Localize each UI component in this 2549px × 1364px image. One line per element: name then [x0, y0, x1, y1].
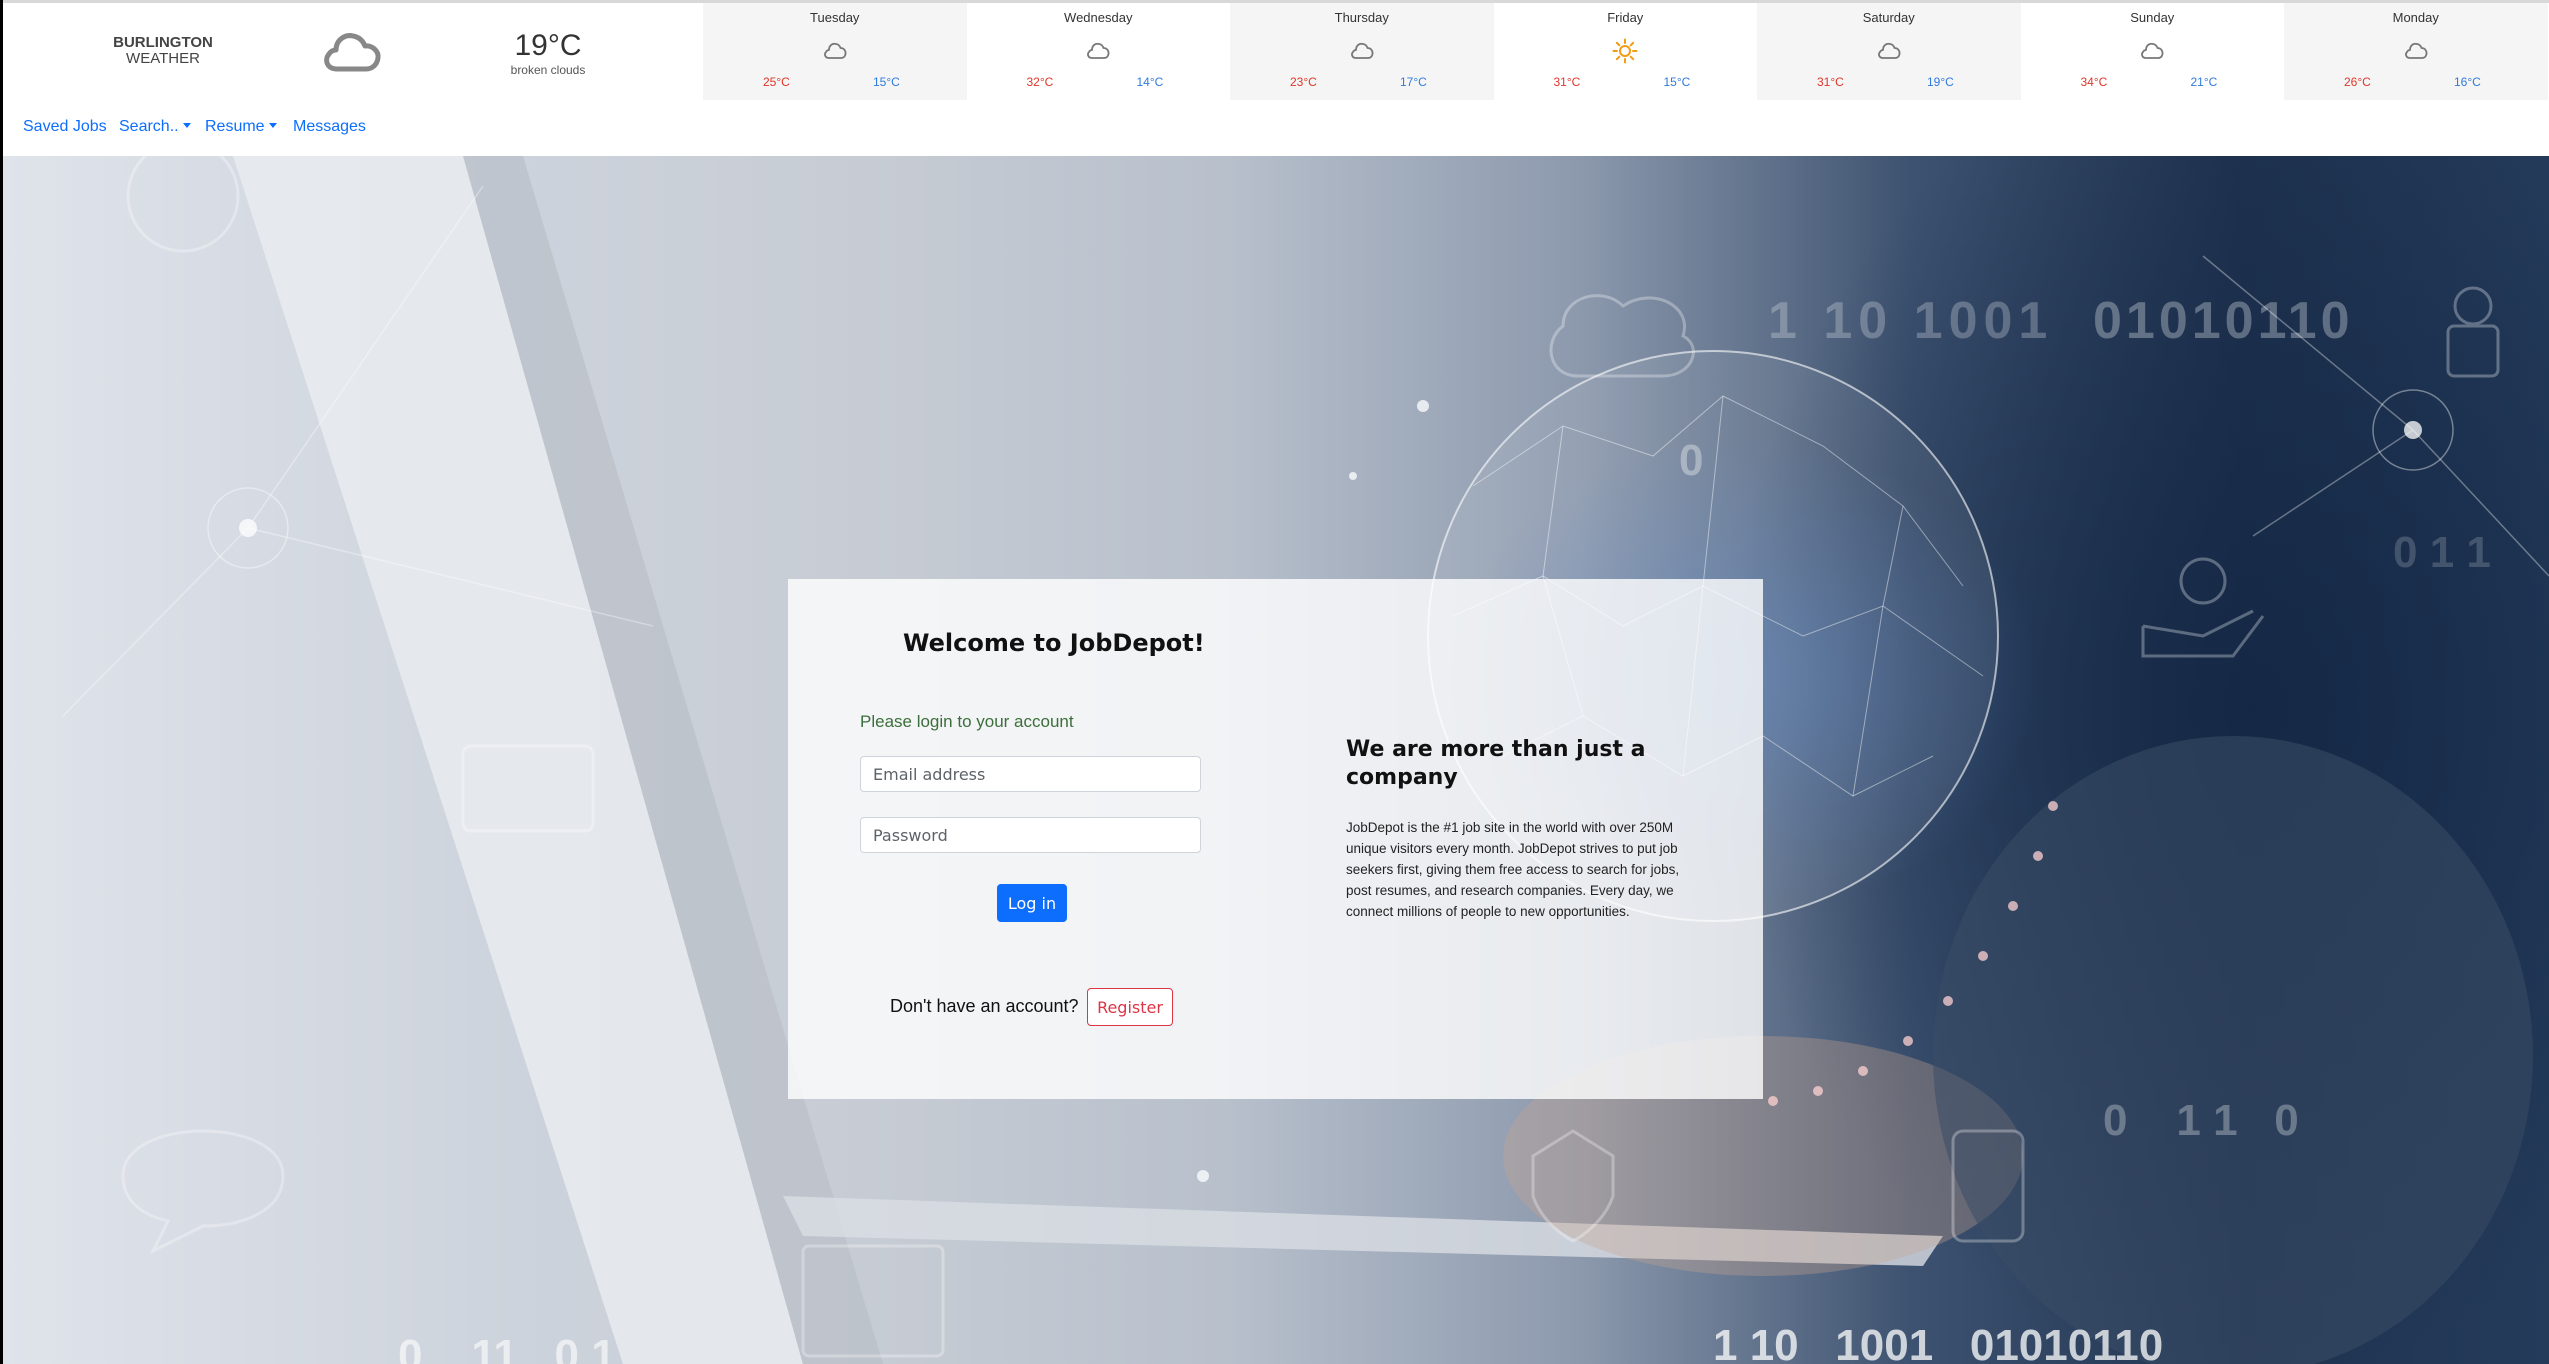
forecast-day: Thursday 23°C 17°C [1230, 3, 1494, 100]
forecast-day-name: Saturday [1862, 10, 1915, 25]
weather-label: WEATHER [126, 50, 200, 67]
forecast-low-temp: 16°C [2454, 75, 2481, 89]
forecast-low-temp: 15°C [873, 75, 900, 89]
forecast-strip: Tuesday 25°C 15°C Wednesday 32°C 14°C Thursday… [703, 3, 2548, 100]
forecast-high-temp: 32°C [1026, 75, 1054, 89]
forecast-high-temp: 31°C [1553, 75, 1581, 89]
forecast-low-temp: 17°C [1400, 75, 1427, 89]
binary-text-bottom: 1 10 1001 01010110 [1713, 1321, 2164, 1364]
weather-location: BURLINGTON WEATHER [58, 35, 268, 67]
forecast-day: Monday 26°C 16°C [2284, 3, 2548, 100]
window-top-border [0, 0, 2549, 3]
welcome-title: Welcome to JobDepot! [903, 629, 1205, 657]
binary-text-bottom-left: 0 11 0 1 [398, 1331, 616, 1364]
forecast-day: Tuesday 25°C 15°C [703, 3, 967, 100]
forecast-day-name: Monday [2392, 10, 2439, 25]
password-field[interactable] [860, 817, 1201, 853]
forecast-low-temp: 14°C [1136, 75, 1164, 89]
forecast-low-temp: 19°C [1927, 75, 1954, 89]
forecast-day: Sunday 34°C 21°C [2021, 3, 2285, 100]
current-temperature: 19°C [514, 29, 582, 62]
nav-resume-label: Resume [205, 118, 265, 135]
cloud-icon [2139, 38, 2165, 64]
forecast-low-temp: 21°C [2190, 75, 2218, 89]
binary-text-top-right: 01010110 [2093, 292, 2354, 350]
navbar: Saved Jobs Search.. Resume Messages [3, 100, 2549, 157]
forecast-high-temp: 23°C [1290, 75, 1317, 89]
login-card: Welcome to JobDepot! Please login to you… [788, 579, 1763, 1099]
binary-text-lower-right: 0 1 1 0 [2103, 1096, 2299, 1145]
cloud-icon [1349, 38, 1375, 64]
cloud-icon [321, 27, 383, 80]
binary-text-top: 1 10 1001 [1768, 292, 2054, 350]
nav-resume-dropdown[interactable]: Resume [205, 118, 277, 136]
login-prompt: Please login to your account [860, 712, 1074, 731]
forecast-day: Friday 31°C 15°C [1494, 3, 1758, 100]
forecast-day-name: Wednesday [1064, 10, 1133, 25]
forecast-day-name: Sunday [2130, 10, 2175, 25]
company-title: We are more than just a company [1346, 737, 1646, 790]
email-field[interactable] [860, 756, 1201, 792]
forecast-day-name: Tuesday [810, 10, 860, 25]
nav-messages[interactable]: Messages [293, 118, 366, 136]
nav-search-label: Search.. [119, 118, 179, 135]
forecast-day: Saturday 31°C 19°C [1757, 3, 2021, 100]
cloud-icon [822, 38, 848, 64]
forecast-day: Wednesday 32°C 14°C [967, 3, 1231, 100]
cloud-icon [1085, 38, 1111, 64]
forecast-high-temp: 31°C [1817, 75, 1844, 89]
forecast-day-name: Thursday [1334, 10, 1389, 25]
binary-text-globe: 0 [1679, 436, 1704, 485]
forecast-low-temp: 15°C [1663, 75, 1691, 89]
forecast-high-temp: 26°C [2344, 75, 2371, 89]
register-button[interactable]: Register [1087, 988, 1173, 1026]
binary-text-side: 0 1 1 [2393, 528, 2491, 577]
weather-widget: BURLINGTON WEATHER 19°C broken clouds Tu… [3, 3, 2549, 100]
company-description: JobDepot is the #1 job site in the world… [1346, 820, 1680, 919]
sun-icon [1612, 38, 1638, 64]
window-left-border [0, 0, 3, 1364]
caret-down-icon [268, 123, 277, 128]
nav-saved-jobs[interactable]: Saved Jobs [23, 118, 107, 136]
no-account-text: Don't have an account? [890, 996, 1079, 1016]
current-description: broken clouds [510, 63, 586, 77]
nav-search-dropdown[interactable]: Search.. [119, 118, 191, 136]
current-weather: 19°C broken clouds [483, 29, 613, 77]
cloud-icon [2403, 38, 2429, 64]
caret-down-icon [182, 123, 191, 128]
forecast-high-temp: 25°C [763, 75, 790, 89]
cloud-icon [1876, 38, 1902, 64]
forecast-day-name: Friday [1607, 10, 1644, 25]
forecast-high-temp: 34°C [2080, 75, 2108, 89]
weather-city: BURLINGTON [113, 34, 213, 51]
login-button[interactable]: Log in [997, 884, 1067, 922]
